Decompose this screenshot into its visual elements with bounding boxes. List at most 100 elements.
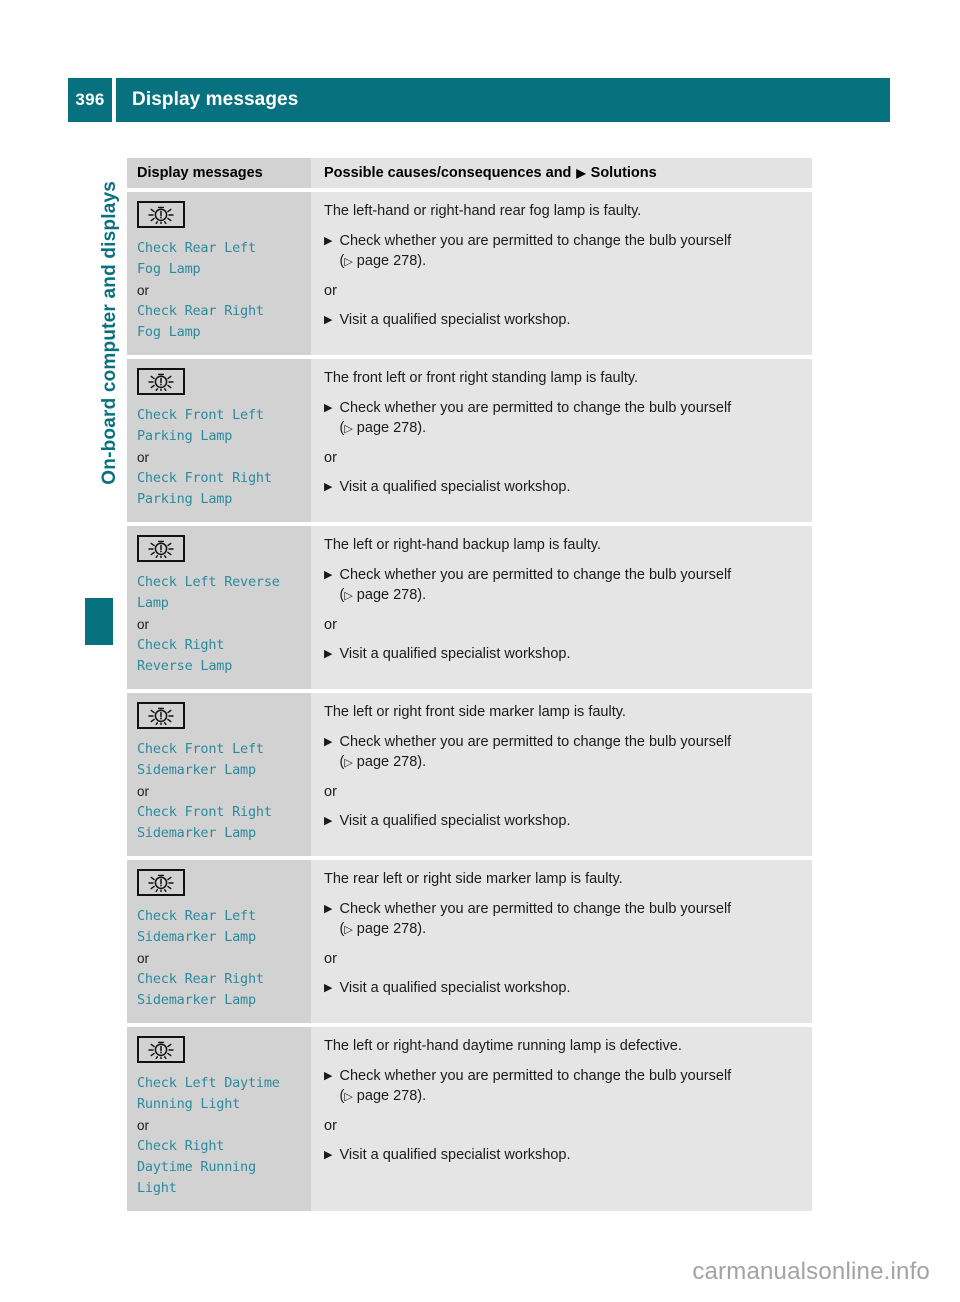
display-message-text: Check Front Left Parking Lamp bbox=[137, 407, 264, 444]
solution-body: Visit a qualified specialist workshop. bbox=[339, 1145, 798, 1166]
solution-item: ▶ Check whether you are permitted to chan… bbox=[324, 732, 798, 773]
display-message-text: Check Left Daytime Running Light bbox=[137, 1075, 280, 1112]
solid-triangle-icon: ▶ bbox=[324, 736, 333, 748]
solution-text: Visit a qualified specialist workshop. bbox=[339, 1147, 571, 1163]
page-reference-text: page 278). bbox=[352, 420, 427, 436]
solid-triangle-icon: ▶ bbox=[324, 481, 333, 493]
lamp-warning-icon bbox=[137, 201, 185, 228]
page-reference-text: page 278). bbox=[352, 754, 427, 770]
solution-item: ▶ Check whether you are permitted to chan… bbox=[324, 565, 798, 606]
solid-triangle-icon: ▶ bbox=[324, 1070, 333, 1082]
solution-body: Check whether you are permitted to chang… bbox=[339, 1066, 798, 1107]
display-message-text: Check Left Reverse Lamp bbox=[137, 574, 280, 611]
table-row: Check Left Reverse Lamp or Check Right Rev… bbox=[127, 526, 812, 689]
solution-text: Check whether you are permitted to chang… bbox=[339, 1068, 732, 1084]
lamp-warning-icon bbox=[137, 368, 185, 395]
page-reference[interactable]: (▷ page 278). bbox=[339, 251, 798, 272]
page-reference[interactable]: (▷ page 278). bbox=[339, 418, 798, 439]
display-message-text: Check Front Left Sidemarker Lamp bbox=[137, 741, 264, 778]
display-message-text: Check Front Right Parking Lamp bbox=[137, 470, 272, 507]
solution-body: Check whether you are permitted to chang… bbox=[339, 565, 798, 606]
causes-solutions-cell: The left or right front side marker lamp… bbox=[311, 693, 812, 856]
solution-text: Check whether you are permitted to chang… bbox=[339, 400, 732, 416]
display-message-cell: Check Left Reverse Lamp or Check Right Rev… bbox=[127, 526, 311, 689]
page-reference[interactable]: (▷ page 278). bbox=[339, 585, 798, 606]
cause-text: The left or right-hand daytime running l… bbox=[324, 1038, 682, 1054]
solution-item: ▶ Visit a qualified specialist workshop. bbox=[324, 1145, 798, 1166]
causes-solutions-cell: The left or right-hand daytime running l… bbox=[311, 1027, 812, 1211]
solution-text: Visit a qualified specialist workshop. bbox=[339, 479, 571, 495]
solution-item: ▶ Check whether you are permitted to chan… bbox=[324, 899, 798, 940]
display-messages-table: Display messages Possible causes/consequ… bbox=[127, 158, 812, 1211]
causes-solutions-cell: The front left or front right standing l… bbox=[311, 359, 812, 522]
page-reference-text: page 278). bbox=[352, 587, 427, 603]
solution-body: Visit a qualified specialist workshop. bbox=[339, 644, 798, 665]
display-message-text: Check Rear Right Sidemarker Lamp bbox=[137, 971, 264, 1008]
solution-body: Check whether you are permitted to chang… bbox=[339, 899, 798, 940]
column-header-prefix: Possible causes/consequences and bbox=[324, 165, 572, 181]
display-message-cell: Check Front Left Parking Lamp or Check Fro… bbox=[127, 359, 311, 522]
solid-triangle-icon: ▶ bbox=[324, 569, 333, 581]
page-reference[interactable]: (▷ page 278). bbox=[339, 919, 798, 940]
page-reference-text: page 278). bbox=[352, 253, 427, 269]
solid-triangle-icon: ▶ bbox=[324, 982, 333, 994]
page-title: Display messages bbox=[116, 78, 890, 122]
solution-body: Visit a qualified specialist workshop. bbox=[339, 811, 798, 832]
solid-triangle-icon: ▶ bbox=[324, 314, 333, 326]
solution-text: Visit a qualified specialist workshop. bbox=[339, 312, 571, 328]
solution-body: Visit a qualified specialist workshop. bbox=[339, 310, 798, 331]
column-header-display-messages: Display messages bbox=[127, 158, 311, 188]
solution-or-label: or bbox=[324, 951, 337, 967]
hollow-triangle-icon: ▷ bbox=[344, 924, 353, 936]
message-or-label: or bbox=[137, 283, 150, 298]
message-or-label: or bbox=[137, 784, 150, 799]
solution-text: Check whether you are permitted to chang… bbox=[339, 901, 732, 917]
solution-body: Check whether you are permitted to chang… bbox=[339, 398, 798, 439]
message-or-label: or bbox=[137, 951, 150, 966]
table-body: Check Rear Left Fog Lamp or Check Rear Rig… bbox=[127, 188, 812, 1211]
hollow-triangle-icon: ▷ bbox=[344, 256, 353, 268]
page-reference[interactable]: (▷ page 278). bbox=[339, 1086, 798, 1107]
solution-or-label: or bbox=[324, 617, 337, 633]
causes-solutions-cell: The rear left or right side marker lamp … bbox=[311, 860, 812, 1023]
solution-or-label: or bbox=[324, 784, 337, 800]
hollow-triangle-icon: ▷ bbox=[344, 1091, 353, 1103]
solution-item: ▶ Check whether you are permitted to chan… bbox=[324, 398, 798, 439]
solution-text: Check whether you are permitted to chang… bbox=[339, 233, 732, 249]
solution-body: Visit a qualified specialist workshop. bbox=[339, 978, 798, 999]
display-message-text: Check Right Reverse Lamp bbox=[137, 637, 233, 674]
column-header-suffix: Solutions bbox=[590, 165, 657, 181]
message-or-label: or bbox=[137, 1118, 150, 1133]
solution-item: ▶ Check whether you are permitted to chan… bbox=[324, 1066, 798, 1107]
table-row: Check Front Left Sidemarker Lamp or Check … bbox=[127, 693, 812, 856]
hollow-triangle-icon: ▷ bbox=[344, 757, 353, 769]
solution-text: Check whether you are permitted to chang… bbox=[339, 567, 732, 583]
lamp-warning-icon bbox=[137, 702, 185, 729]
cause-text: The left or right front side marker lamp… bbox=[324, 704, 626, 720]
solution-text: Visit a qualified specialist workshop. bbox=[339, 646, 571, 662]
display-message-cell: Check Rear Left Sidemarker Lamp or Check R… bbox=[127, 860, 311, 1023]
solution-item: ▶ Visit a qualified specialist workshop. bbox=[324, 811, 798, 832]
table-row: Check Left Daytime Running Light or Check … bbox=[127, 1027, 812, 1211]
lamp-warning-icon bbox=[137, 869, 185, 896]
display-message-text: Check Rear Left Sidemarker Lamp bbox=[137, 908, 256, 945]
hollow-triangle-icon: ▷ bbox=[344, 423, 353, 435]
solid-triangle-icon: ▶ bbox=[324, 1149, 333, 1161]
chapter-label: On-board computer and displays bbox=[99, 181, 120, 485]
solution-item: ▶ Check whether you are permitted to chan… bbox=[324, 231, 798, 272]
solution-item: ▶ Visit a qualified specialist workshop. bbox=[324, 644, 798, 665]
solution-text: Visit a qualified specialist workshop. bbox=[339, 980, 571, 996]
causes-solutions-cell: The left or right-hand backup lamp is fa… bbox=[311, 526, 812, 689]
causes-solutions-cell: The left-hand or right-hand rear fog lam… bbox=[311, 192, 812, 355]
page-reference[interactable]: (▷ page 278). bbox=[339, 752, 798, 773]
solid-triangle-icon: ▶ bbox=[324, 903, 333, 915]
solution-body: Check whether you are permitted to chang… bbox=[339, 732, 798, 773]
hollow-triangle-icon: ▷ bbox=[344, 590, 353, 602]
solid-triangle-icon: ▶ bbox=[324, 648, 333, 660]
cause-text: The left-hand or right-hand rear fog lam… bbox=[324, 203, 642, 219]
solution-item: ▶ Visit a qualified specialist workshop. bbox=[324, 978, 798, 999]
solution-body: Visit a qualified specialist workshop. bbox=[339, 477, 798, 498]
chapter-sidebar: On-board computer and displays bbox=[70, 181, 120, 660]
chapter-marker bbox=[85, 598, 113, 645]
display-message-text: Check Rear Left Fog Lamp bbox=[137, 240, 256, 277]
